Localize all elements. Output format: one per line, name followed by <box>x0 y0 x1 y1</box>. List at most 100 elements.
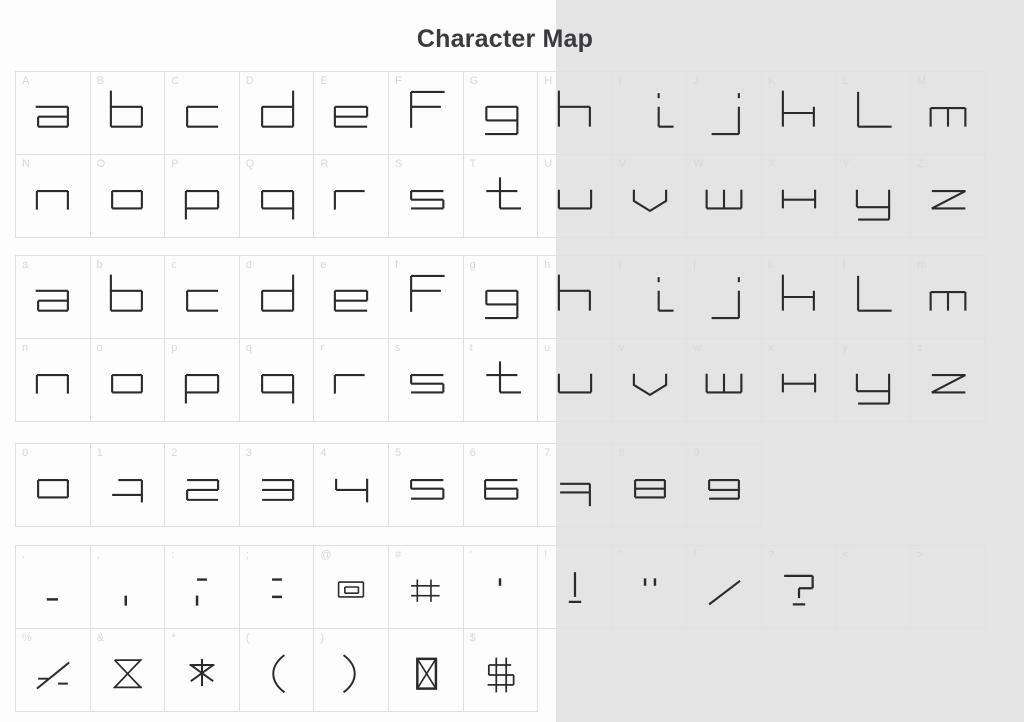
glyph-cell[interactable]: L <box>836 72 912 155</box>
glyph-cell[interactable]: w <box>687 339 762 422</box>
glyph-cell[interactable]: u <box>538 339 613 422</box>
glyph-cell[interactable]: Z <box>911 155 986 238</box>
glyph-cell[interactable]: v <box>612 339 688 422</box>
glyph-preview <box>16 256 90 338</box>
glyph-cell[interactable]: , <box>90 546 166 629</box>
glyph-cell[interactable]: B <box>90 72 166 155</box>
glyph-cell[interactable]: ! <box>538 546 613 629</box>
glyph-cell[interactable]: K <box>761 72 837 155</box>
glyph-cell[interactable]: A <box>16 72 91 155</box>
glyph-cell[interactable]: c <box>165 256 240 339</box>
glyph-cell[interactable]: D <box>239 72 315 155</box>
glyph-cell[interactable]: @ <box>314 546 389 629</box>
glyph-cell[interactable]: 5 <box>388 444 464 527</box>
glyph-cell[interactable]: * <box>165 629 240 712</box>
glyph-cell[interactable]: Q <box>239 155 315 238</box>
glyph-cell[interactable]: G <box>463 72 539 155</box>
glyph-cell[interactable]: 6 <box>463 444 539 527</box>
glyph-cell[interactable]: I <box>612 72 688 155</box>
glyph-cell[interactable]: n <box>16 339 91 422</box>
glyph-cell[interactable]: T <box>463 155 539 238</box>
glyph-cell[interactable]: f <box>388 256 464 339</box>
glyph-preview <box>91 72 165 154</box>
glyph-cell[interactable]: o <box>90 339 166 422</box>
glyph-cell[interactable]: t <box>463 339 539 422</box>
glyph-cell[interactable]: 9 <box>687 444 762 527</box>
glyph-cell[interactable]: Y <box>836 155 912 238</box>
glyph-cell[interactable]: 3 <box>239 444 315 527</box>
glyph-cell[interactable]: y <box>836 339 912 422</box>
glyph-cell[interactable]: h <box>538 256 613 339</box>
glyph-cell[interactable]: q <box>239 339 315 422</box>
glyph-cell[interactable]: j <box>687 256 762 339</box>
glyph-cell[interactable]: O <box>90 155 166 238</box>
glyph-preview <box>165 256 239 338</box>
glyph-cell[interactable]: e <box>314 256 389 339</box>
glyph-cell[interactable]: J <box>687 72 762 155</box>
glyph-cell[interactable]: 4 <box>314 444 389 527</box>
glyph-cell[interactable]: s <box>388 339 464 422</box>
glyph-cell[interactable]: V <box>612 155 688 238</box>
glyph-cell[interactable]: M <box>911 72 986 155</box>
glyph-preview <box>314 72 388 154</box>
glyph-cell[interactable]: 1 <box>90 444 166 527</box>
glyph-preview <box>687 444 761 526</box>
glyph-cell[interactable]: 8 <box>612 444 688 527</box>
glyph-cell[interactable]: ' <box>463 546 539 629</box>
glyph-cell[interactable]: x <box>761 339 837 422</box>
glyph-cell[interactable]: H <box>538 72 613 155</box>
glyph-cell[interactable]: ( <box>239 629 315 712</box>
glyph-cell[interactable]: > <box>911 546 986 629</box>
glyph-cell[interactable]: C <box>165 72 240 155</box>
glyph-cell[interactable]: N <box>16 155 91 238</box>
glyph-cell[interactable]: % <box>16 629 91 712</box>
glyph-cell[interactable]: S <box>388 155 464 238</box>
glyph-cell[interactable]: p <box>165 339 240 422</box>
glyph-cell[interactable] <box>388 629 464 712</box>
glyph-cell[interactable]: & <box>90 629 166 712</box>
glyph-cell[interactable]: F <box>388 72 464 155</box>
glyph-cell[interactable]: g <box>463 256 539 339</box>
glyph-cell[interactable]: U <box>538 155 613 238</box>
glyph-cell[interactable]: m <box>911 256 986 339</box>
glyph-cell[interactable]: 0 <box>16 444 91 527</box>
glyph-cell[interactable]: X <box>761 155 837 238</box>
glyph-cell[interactable]: # <box>388 546 464 629</box>
glyph-block-punctuation: .,:; @ # '! " /? < >% & *() $ <box>15 545 986 712</box>
glyph-cell[interactable]: : <box>165 546 240 629</box>
glyph-cell[interactable]: 2 <box>165 444 240 527</box>
glyph-preview <box>314 546 388 628</box>
glyph-preview <box>16 339 90 421</box>
glyph-cell[interactable]: R <box>314 155 389 238</box>
glyph-cell[interactable]: ) <box>314 629 389 712</box>
glyph-cell[interactable]: ? <box>761 546 837 629</box>
glyph-preview <box>538 72 612 154</box>
glyph-cell[interactable]: 7 <box>538 444 613 527</box>
glyph-cell[interactable]: r <box>314 339 389 422</box>
glyph-cell[interactable]: a <box>16 256 91 339</box>
glyph-cell[interactable]: $ <box>463 629 539 712</box>
glyph-preview <box>762 155 836 237</box>
glyph-preview <box>911 155 985 237</box>
glyph-cell[interactable]: z <box>911 339 986 422</box>
glyph-cell[interactable]: < <box>836 546 912 629</box>
glyph-cell[interactable]: k <box>761 256 837 339</box>
character-map-page: Character Map ABCDEFGHIJKLM NOPQRSTUVWXYZ… <box>0 0 1024 722</box>
glyph-cell[interactable]: . <box>16 546 91 629</box>
glyph-cell[interactable]: W <box>687 155 762 238</box>
glyph-cell[interactable]: ; <box>239 546 315 629</box>
glyph-cell[interactable]: d <box>239 256 315 339</box>
glyph-cell[interactable]: P <box>165 155 240 238</box>
glyph-preview <box>837 339 911 421</box>
glyph-preview <box>91 155 165 237</box>
glyph-cell[interactable]: i <box>612 256 688 339</box>
glyph-cell[interactable]: " <box>612 546 688 629</box>
glyph-cell[interactable]: l <box>836 256 912 339</box>
glyph-preview <box>165 444 239 526</box>
glyph-cell[interactable]: E <box>314 72 389 155</box>
glyph-cell[interactable]: b <box>90 256 166 339</box>
glyph-preview <box>464 444 538 526</box>
glyph-preview <box>687 339 761 421</box>
glyph-preview <box>240 629 314 711</box>
glyph-cell[interactable]: / <box>687 546 762 629</box>
